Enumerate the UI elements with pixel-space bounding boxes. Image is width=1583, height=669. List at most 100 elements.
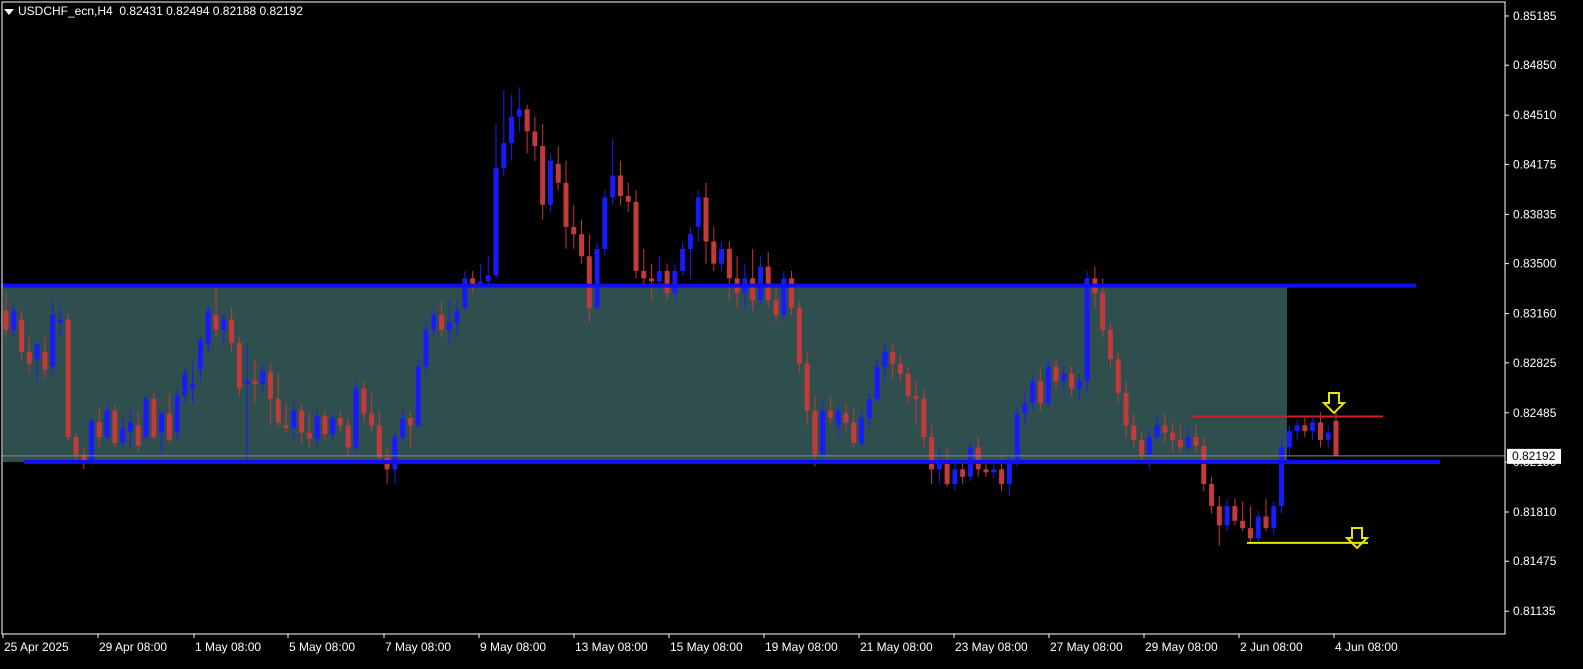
x-tick-label: 15 May 08:00 [670, 640, 743, 654]
candle-body [532, 131, 538, 147]
candle-body [711, 241, 717, 264]
candle-body [672, 270, 678, 294]
candle[interactable] [796, 300, 802, 374]
candle-body [1154, 425, 1160, 438]
x-tick-label: 9 May 08:00 [480, 640, 546, 654]
candle-body [1294, 425, 1300, 432]
candle[interactable] [423, 322, 429, 374]
candle-body [524, 109, 530, 132]
candle-body [789, 278, 795, 308]
candle[interactable] [143, 395, 149, 440]
x-tick-label: 25 Apr 2025 [4, 640, 69, 654]
candle[interactable] [633, 190, 639, 279]
candle[interactable] [353, 381, 359, 452]
candle-body [190, 384, 196, 389]
candle-body [439, 315, 445, 330]
candle-body [882, 351, 888, 367]
candle-body [229, 319, 235, 343]
candle[interactable] [112, 404, 118, 448]
candle-body [462, 278, 468, 308]
y-tick-label: 0.81810 [1513, 505, 1557, 519]
candle-body [34, 344, 40, 360]
candle-body [431, 315, 437, 330]
candle[interactable] [547, 153, 553, 213]
candle-body [516, 109, 522, 117]
candle-body [3, 310, 9, 330]
candle-body [322, 416, 328, 435]
candle-body [1271, 506, 1277, 529]
candle-body [493, 168, 499, 276]
candle-body [913, 395, 919, 399]
candle-body [236, 342, 242, 389]
candle-body [547, 160, 553, 205]
candle-body [19, 319, 25, 352]
candle-body [563, 182, 569, 227]
candle-body [991, 469, 997, 473]
candle-body [400, 417, 406, 438]
candle[interactable] [89, 417, 95, 465]
candle-body [182, 373, 188, 396]
candle-body [337, 417, 343, 426]
candle-body [773, 300, 779, 316]
candle-body [135, 425, 141, 446]
candle-body [127, 422, 133, 432]
candle-body [42, 351, 48, 370]
candle-body [1310, 422, 1316, 432]
candle-body [1333, 420, 1339, 457]
candle[interactable] [1279, 437, 1285, 514]
y-tick-label: 0.83835 [1513, 207, 1557, 221]
candle-body [664, 270, 670, 294]
candle-body [509, 116, 515, 144]
candle[interactable] [1014, 407, 1020, 467]
candle-body [306, 432, 312, 439]
x-tick-label: 2 Jun 08:00 [1240, 640, 1303, 654]
candle[interactable] [1084, 270, 1090, 393]
candle-body [1084, 278, 1090, 382]
candle-body [143, 398, 149, 438]
chevron-down-icon[interactable] [4, 8, 14, 15]
candle-body [594, 248, 600, 308]
price-chart[interactable]: 0.85185 0.84850 0.84510 0.84175 0.83835 0.835… [0, 0, 1583, 664]
candle-body [796, 307, 802, 364]
candle-body [890, 351, 896, 364]
candle[interactable] [174, 388, 180, 440]
candle-body [1232, 506, 1238, 521]
candle-body [1022, 403, 1028, 414]
candle-body [1037, 381, 1043, 404]
y-tick-label: 0.83160 [1513, 307, 1557, 321]
candle-body [820, 410, 826, 455]
y-tick-label: 0.82825 [1513, 356, 1557, 370]
candle-body [586, 256, 592, 308]
candle[interactable] [65, 313, 71, 440]
candle-body [1263, 516, 1269, 529]
candle-body [1061, 373, 1067, 382]
candle-body [26, 351, 32, 364]
candle-body [1224, 506, 1230, 526]
symbol-label: USDCHF_ecn,H4 [18, 4, 113, 18]
candle-body [1240, 520, 1246, 529]
candle-body [610, 175, 616, 198]
candle[interactable] [236, 337, 242, 396]
x-tick-label: 23 May 08:00 [955, 640, 1028, 654]
candle-body [952, 469, 958, 485]
candle-body [1162, 425, 1168, 433]
candle-body [859, 417, 865, 443]
candle-body [151, 398, 157, 438]
symbol-header[interactable]: USDCHF_ecn,H4 0.82431 0.82494 0.82188 0.… [4, 4, 303, 18]
candle-body [1030, 381, 1036, 404]
x-tick-label: 29 May 08:00 [1145, 640, 1218, 654]
candle[interactable] [594, 241, 600, 311]
candle-body [104, 410, 110, 438]
candle-body [975, 447, 981, 470]
candle-body [1209, 484, 1215, 507]
candle[interactable] [602, 190, 608, 257]
chart-window[interactable]: 0.85185 0.84850 0.84510 0.84175 0.83835 0.835… [0, 0, 1583, 664]
candle-body [267, 372, 273, 399]
candle-body [485, 275, 491, 282]
candle[interactable] [415, 359, 421, 429]
candle-body [96, 422, 102, 438]
candle-body [221, 319, 227, 330]
candle-body [1053, 366, 1059, 382]
candle-body [804, 363, 810, 411]
candle[interactable] [151, 392, 157, 440]
